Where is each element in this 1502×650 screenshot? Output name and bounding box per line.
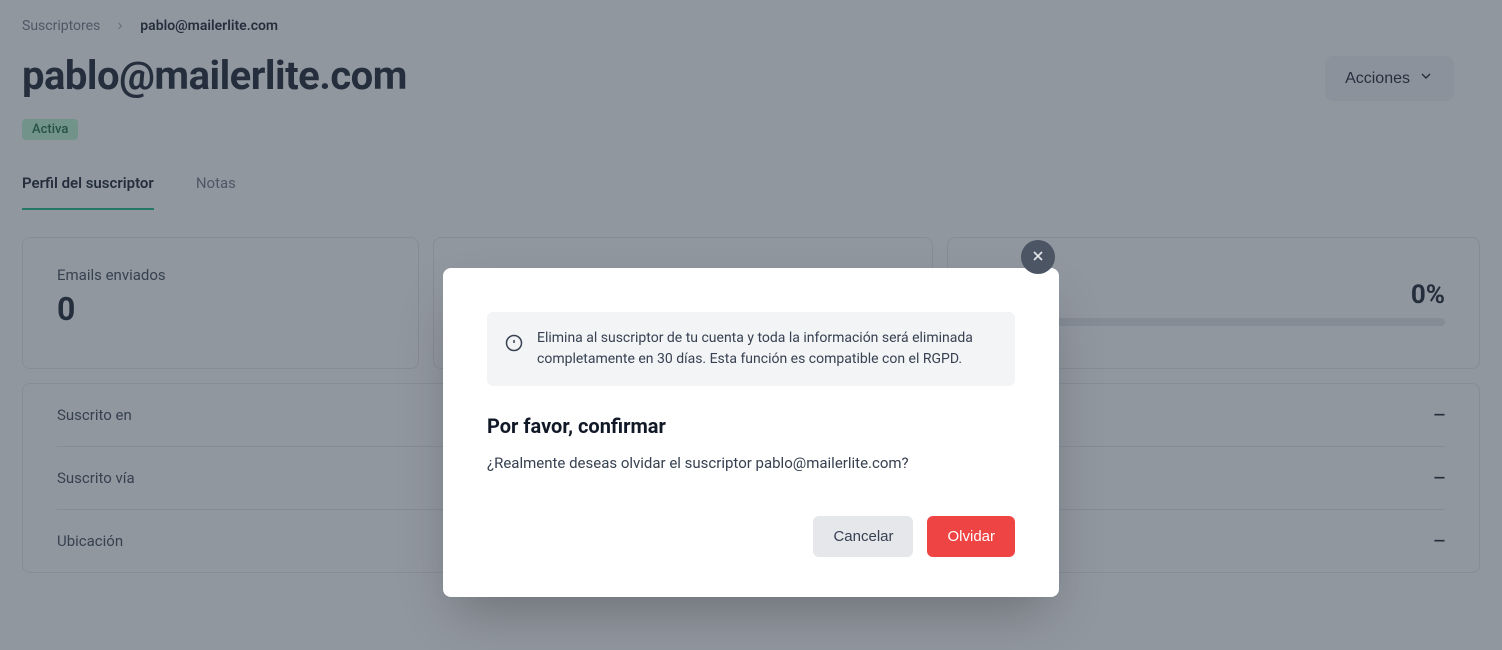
close-button[interactable] bbox=[1021, 240, 1055, 274]
modal-body: ¿Realmente deseas olvidar el suscriptor … bbox=[487, 454, 1015, 472]
info-icon bbox=[505, 334, 523, 356]
info-box: Elimina al suscriptor de tu cuenta y tod… bbox=[487, 312, 1015, 386]
cancel-button[interactable]: Cancelar bbox=[813, 516, 913, 557]
modal-title: Por favor, confirmar bbox=[487, 414, 1015, 438]
modal-overlay[interactable]: Elimina al suscriptor de tu cuenta y tod… bbox=[0, 0, 1502, 650]
confirm-modal: Elimina al suscriptor de tu cuenta y tod… bbox=[443, 268, 1059, 597]
info-text: Elimina al suscriptor de tu cuenta y tod… bbox=[537, 328, 997, 370]
close-icon bbox=[1030, 248, 1046, 267]
forget-button[interactable]: Olvidar bbox=[927, 516, 1015, 557]
